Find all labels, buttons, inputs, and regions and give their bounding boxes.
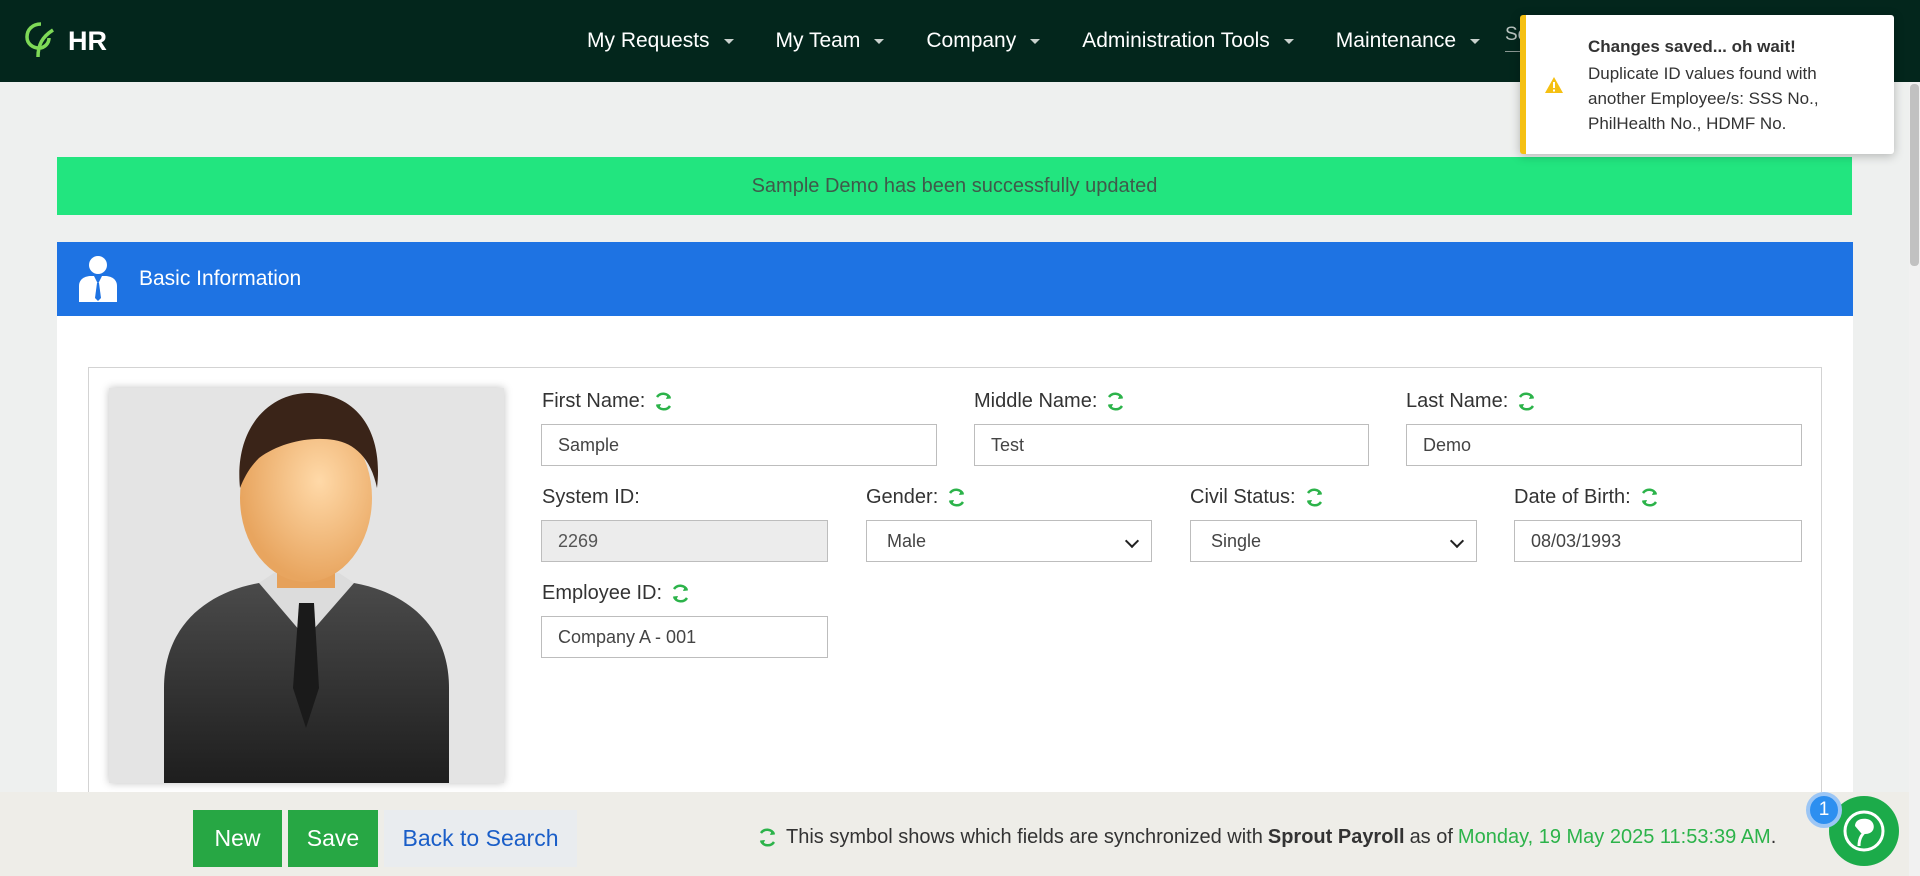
sync-legend-prefix: This symbol shows which fields are synch… [786, 826, 1263, 848]
sprout-chat-icon [1843, 810, 1885, 852]
employee-avatar[interactable] [109, 388, 504, 783]
caret-down-icon [1283, 38, 1294, 44]
sync-legend-mid: as of [1409, 826, 1453, 848]
sync-icon [1306, 488, 1322, 507]
employee-icon [79, 256, 117, 302]
save-button[interactable]: Save [288, 810, 378, 867]
gender-select[interactable]: Male [866, 520, 1152, 562]
sync-legend-suffix: . [1770, 826, 1777, 848]
sync-icon [656, 392, 672, 411]
nav-my-team[interactable]: My Team [776, 29, 885, 53]
caret-down-icon [874, 38, 885, 44]
label-text: Date of Birth: [1514, 486, 1631, 508]
new-button[interactable]: New [193, 810, 282, 867]
employee-id-label: Employee ID: [542, 582, 691, 605]
label-text: System ID: [542, 486, 640, 508]
main-nav: My Requests My Team Company Administrati… [587, 0, 1522, 82]
civil-status-select[interactable]: Single [1190, 520, 1477, 562]
nav-label: Company [926, 29, 1017, 52]
date-of-birth-input[interactable]: 08/03/1993 [1514, 520, 1802, 562]
system-id-input: 2269 [541, 520, 828, 562]
default-avatar-illustration-icon [109, 388, 504, 783]
first-name-input[interactable]: Sample [541, 424, 937, 466]
sync-legend: This symbol shows which fields are synch… [757, 826, 1776, 849]
first-name-label: First Name: [542, 390, 674, 413]
scrollbar-thumb[interactable] [1910, 84, 1919, 266]
civil-status-selected-value: Single [1211, 530, 1262, 551]
sprout-logo-icon [25, 22, 54, 58]
caret-down-icon [1470, 38, 1481, 44]
nav-label: My Team [775, 29, 861, 52]
sync-legend-product: Sprout Payroll [1267, 826, 1405, 848]
nav-label: Maintenance [1335, 29, 1457, 52]
middle-name-label: Middle Name: [974, 390, 1126, 413]
sync-icon [1641, 488, 1657, 507]
nav-label: Administration Tools [1082, 29, 1270, 52]
nav-my-requests[interactable]: My Requests [587, 29, 734, 53]
success-alert-text: Sample Demo has been successfully update… [751, 174, 1158, 197]
toast-message: Duplicate ID values found with another E… [1588, 64, 1819, 133]
success-alert: Sample Demo has been successfully update… [57, 157, 1852, 215]
label-text: Gender: [866, 486, 939, 508]
nav-label: My Requests [587, 29, 710, 52]
sync-icon [672, 584, 689, 603]
app-title: HR [68, 25, 107, 56]
gender-selected-value: Male [887, 530, 927, 551]
system-id-label: System ID: [542, 486, 640, 509]
brand[interactable]: HR [24, 21, 107, 61]
sync-icon [759, 828, 776, 847]
nav-company[interactable]: Company [926, 29, 1041, 53]
chat-notification-badge: 1 [1806, 792, 1842, 828]
label-text: Last Name: [1406, 390, 1509, 412]
warning-icon [1545, 77, 1563, 93]
middle-name-input[interactable]: Test [974, 424, 1369, 466]
sync-icon [1108, 392, 1124, 411]
label-text: Civil Status: [1190, 486, 1296, 508]
last-name-input[interactable]: Demo [1406, 424, 1802, 466]
caret-down-icon [723, 38, 734, 44]
caret-down-icon [1030, 38, 1041, 44]
nav-maintenance[interactable]: Maintenance [1335, 29, 1481, 53]
date-of-birth-label: Date of Birth: [1514, 486, 1660, 509]
panel-title: Basic Information [139, 267, 302, 290]
nav-administration-tools[interactable]: Administration Tools [1082, 29, 1294, 53]
chevron-down-icon [1124, 533, 1140, 549]
label-text: First Name: [542, 390, 646, 412]
last-name-label: Last Name: [1406, 390, 1537, 413]
label-text: Employee ID: [542, 582, 663, 604]
chevron-down-icon [1449, 533, 1465, 549]
civil-status-label: Civil Status: [1190, 486, 1325, 509]
toast-title: Changes saved... oh wait! [1588, 37, 1796, 56]
back-to-search-button[interactable]: Back to Search [384, 810, 577, 867]
basic-information-header: Basic Information [57, 242, 1853, 316]
sync-icon [1519, 392, 1535, 411]
gender-label: Gender: [866, 486, 967, 509]
sync-legend-date: Monday, 19 May 2025 11:53:39 AM [1457, 826, 1771, 848]
label-text: Middle Name: [974, 390, 1098, 412]
sync-icon [949, 488, 965, 507]
employee-id-input[interactable]: Company A - 001 [541, 616, 828, 658]
warning-toast[interactable]: Changes saved... oh wait! Duplicate ID v… [1520, 15, 1894, 154]
